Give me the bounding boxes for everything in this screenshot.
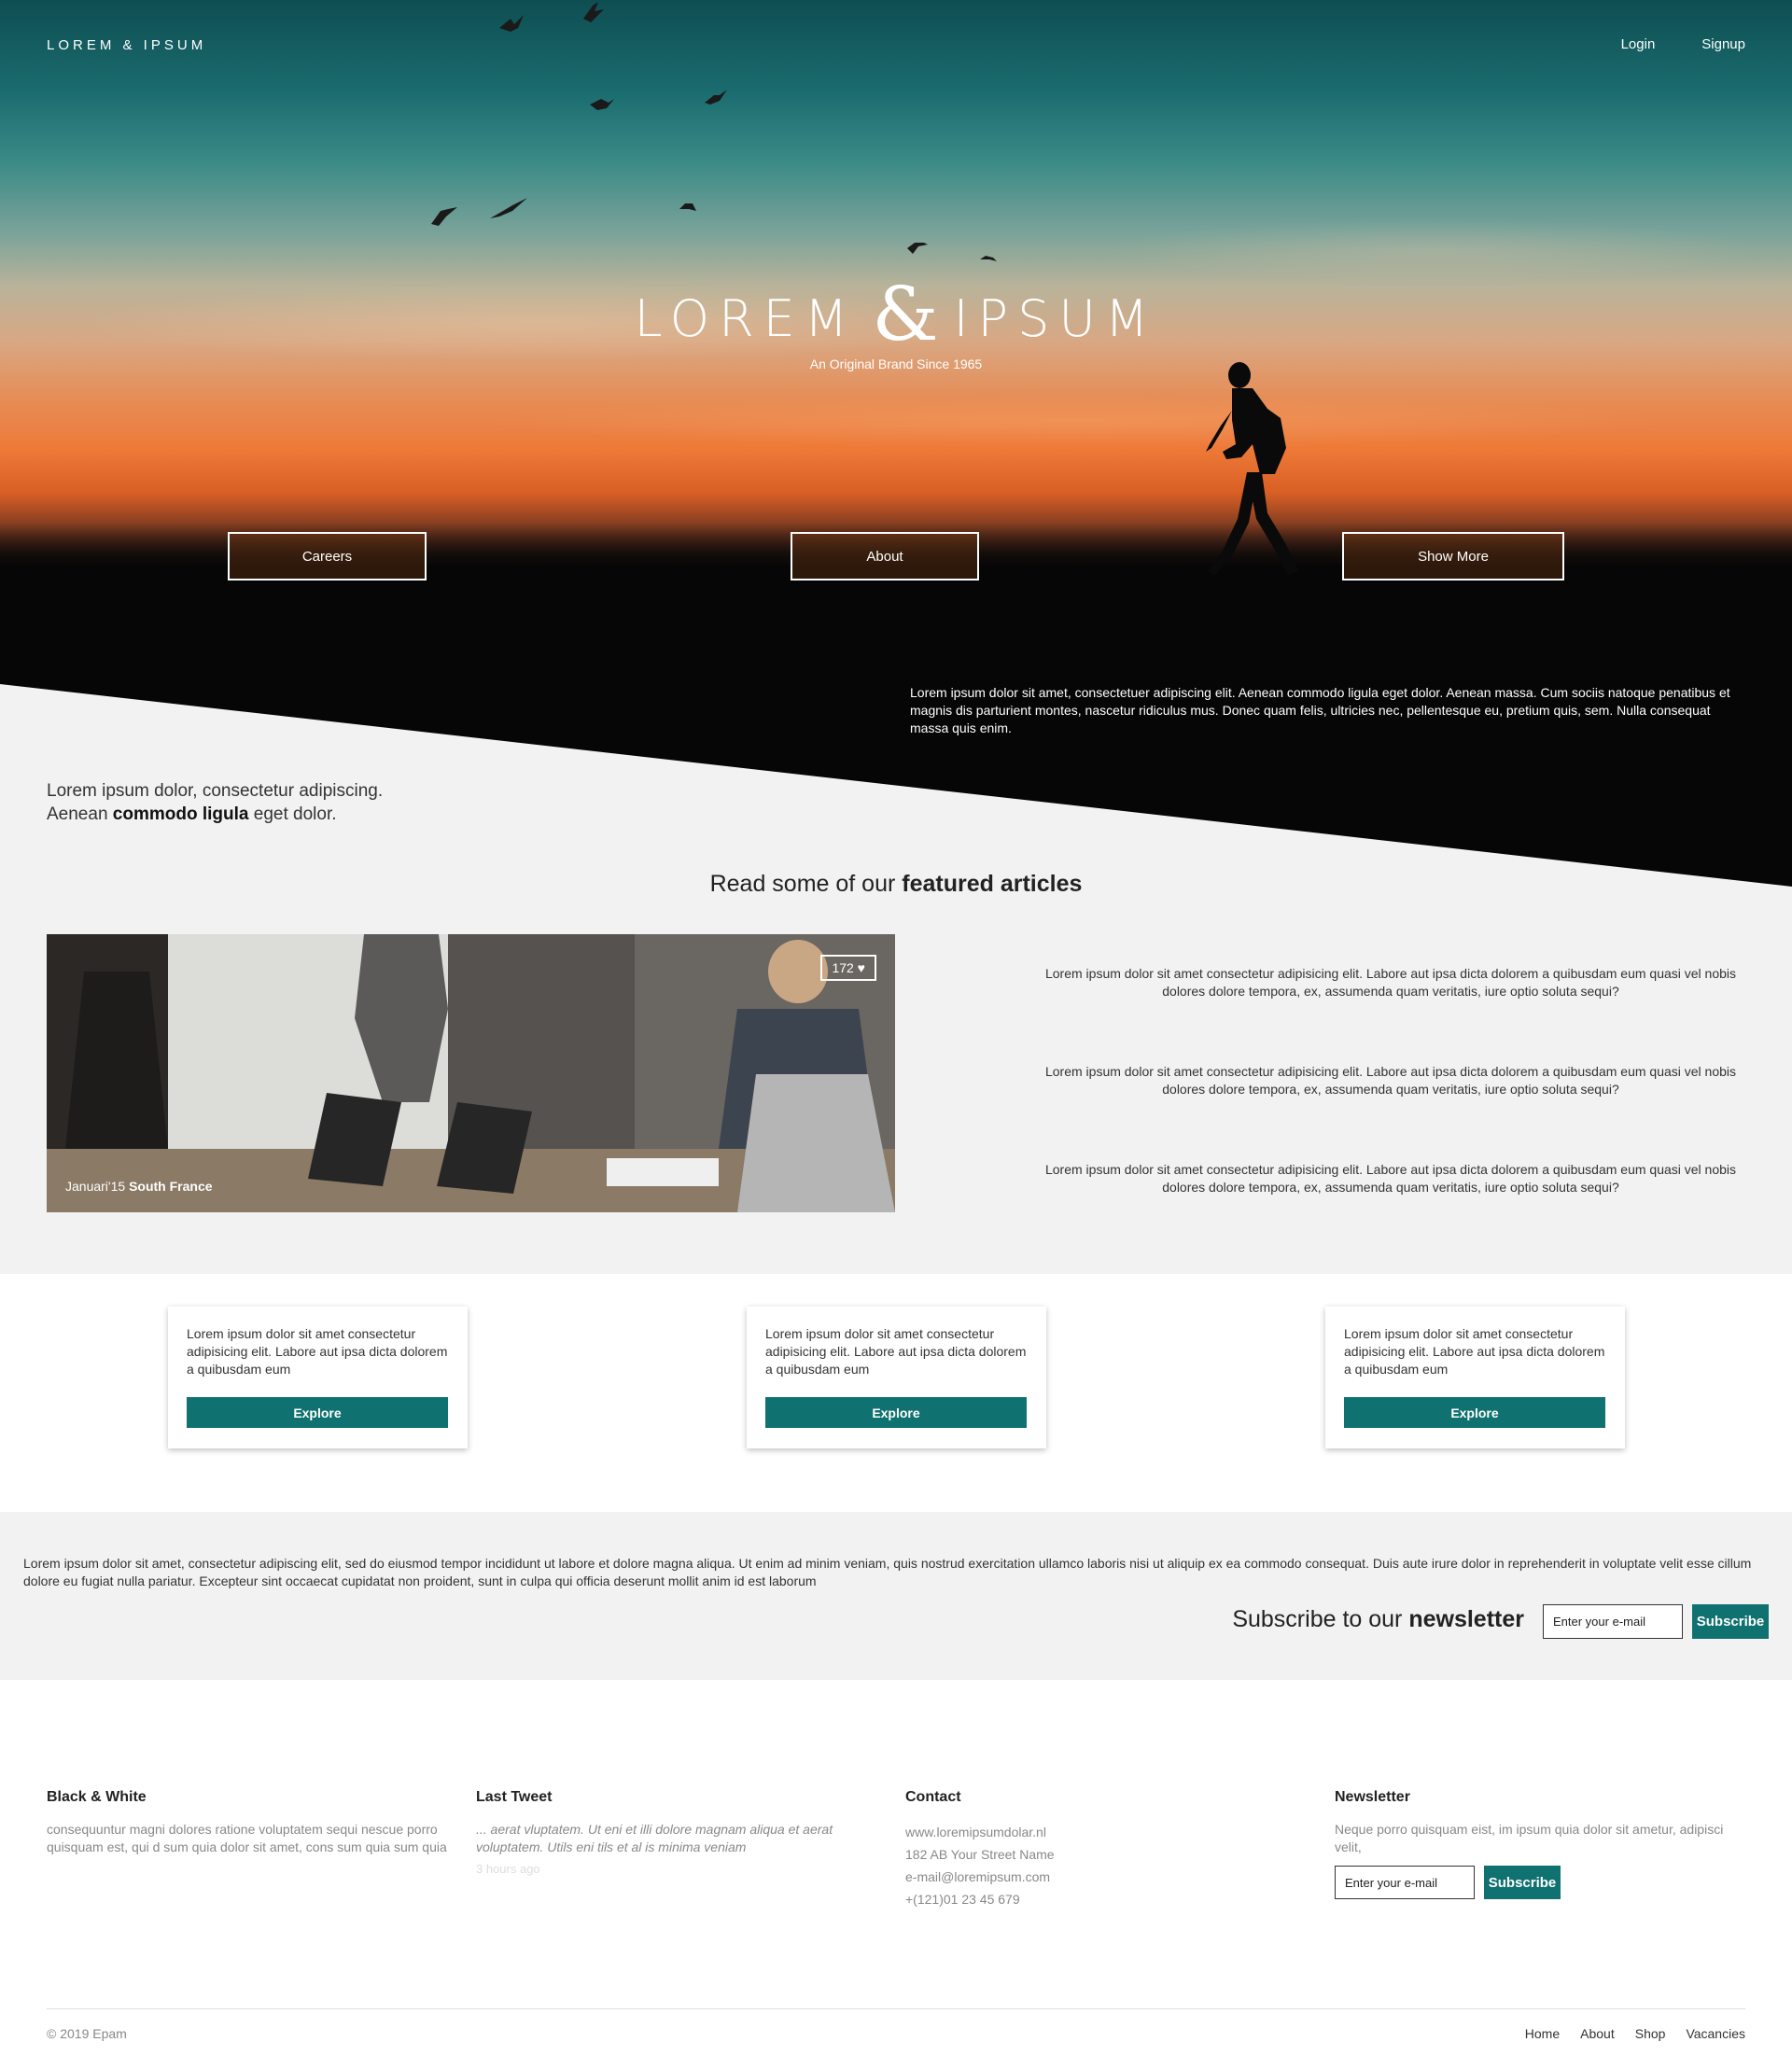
intro-line-2-post: eget dolor.	[253, 804, 337, 824]
footer-link-about[interactable]: About	[1580, 2026, 1615, 2041]
contact-email[interactable]: e-mail@loremipsum.com	[905, 1866, 1316, 1888]
footer-col-newsletter: Newsletter Neque porro quisquam eist, im…	[1335, 1789, 1745, 1856]
intro-text: Lorem ipsum dolor, consectetur adipiscin…	[47, 779, 383, 826]
featured-title-bold: featured articles	[902, 871, 1083, 897]
footer-subscribe-button[interactable]: Subscribe	[1484, 1866, 1561, 1899]
article-text-2: Lorem ipsum dolor sit amet consectetur a…	[1044, 1064, 1737, 1097]
copyright: © 2019 Epam	[47, 2026, 127, 2041]
subscribe-button[interactable]: Subscribe	[1692, 1604, 1769, 1639]
featured-article-image[interactable]: 172 ♥ Januari'15 South France	[47, 934, 895, 1212]
intro-line-2: Aenean commodo ligula eget dolor.	[47, 803, 383, 826]
footer-email-input[interactable]	[1335, 1866, 1475, 1899]
tweet-time: 3 hours ago	[476, 1862, 540, 1876]
contact-phone: +(121)01 23 45 679	[905, 1892, 1020, 1907]
footer-link-shop[interactable]: Shop	[1635, 2026, 1666, 2041]
card-text: Lorem ipsum dolor sit amet consectetur a…	[1344, 1326, 1605, 1377]
caption-date: Januari'15	[65, 1179, 126, 1194]
footer-col-contact: Contact www.loremipsumdolar.nl 182 AB Yo…	[905, 1789, 1316, 1910]
subscribe-title-pre: Subscribe to our	[1232, 1606, 1403, 1632]
card-text: Lorem ipsum dolor sit amet consectetur a…	[765, 1326, 1027, 1377]
tweet-text: ... aerat vluptatem. Ut eni et illi dolo…	[476, 1822, 833, 1854]
subscribe-title: Subscribe to our newsletter	[1232, 1606, 1524, 1633]
explore-card-2: Lorem ipsum dolor sit amet consectetur a…	[747, 1307, 1046, 1448]
featured-title: Read some of our featured articles	[0, 871, 1792, 898]
contact-address: 182 AB Your Street Name	[905, 1847, 1055, 1862]
caption-place: South France	[129, 1179, 213, 1194]
explore-card-3: Lorem ipsum dolor sit amet consectetur a…	[1325, 1307, 1625, 1448]
footer-col-title: Last Tweet	[476, 1789, 553, 1805]
footer-link-vacancies[interactable]: Vacancies	[1686, 2026, 1745, 2041]
intro-line-2-bold: commodo ligula	[112, 804, 249, 824]
intro-line-1: Lorem ipsum dolor, consectetur adipiscin…	[47, 781, 384, 801]
likes-count: 172 ♥	[832, 960, 865, 975]
footer-col-title: Newsletter	[1335, 1789, 1410, 1805]
footer-col-text: consequuntur magni dolores ratione volup…	[47, 1822, 447, 1854]
footer-col-black-white: Black & White consequuntur magni dolores…	[47, 1789, 457, 1856]
footer-divider	[47, 2008, 1745, 2009]
explore-button[interactable]: Explore	[187, 1397, 448, 1428]
footer-link-home[interactable]: Home	[1525, 2026, 1560, 2041]
hero-diagonal-divider	[0, 684, 1792, 896]
office-meeting-photo	[47, 934, 895, 1212]
footer-col-last-tweet: Last Tweet ... aerat vluptatem. Ut eni e…	[476, 1789, 887, 1876]
footer-col-title: Contact	[905, 1789, 961, 1805]
card-text: Lorem ipsum dolor sit amet consectetur a…	[187, 1326, 448, 1377]
explore-button[interactable]: Explore	[1344, 1397, 1605, 1428]
footer-nav: Home About Shop Vacancies	[1525, 2026, 1745, 2041]
hero-paragraph: Lorem ipsum dolor sit amet, consectetuer…	[910, 685, 1730, 735]
likes-badge[interactable]: 172 ♥	[820, 955, 876, 981]
article-list: Lorem ipsum dolor sit amet consectetur a…	[1036, 965, 1745, 1259]
newsletter-paragraph: Lorem ipsum dolor sit amet, consectetur …	[23, 1556, 1752, 1588]
newsletter-band: Lorem ipsum dolor sit amet, consectetur …	[0, 1512, 1792, 1680]
explore-button[interactable]: Explore	[765, 1397, 1027, 1428]
article-text-1: Lorem ipsum dolor sit amet consectetur a…	[1044, 966, 1737, 999]
explore-card-1: Lorem ipsum dolor sit amet consectetur a…	[168, 1307, 468, 1448]
footer-col-title: Black & White	[47, 1789, 147, 1805]
intro-line-2-pre: Aenean	[47, 804, 108, 824]
image-caption: Januari'15 South France	[65, 1179, 213, 1194]
footer-newsletter-text: Neque porro quisquam eist, im ipsum quia…	[1335, 1822, 1724, 1854]
article-text-3: Lorem ipsum dolor sit amet consectetur a…	[1044, 1162, 1737, 1195]
contact-website[interactable]: www.loremipsumdolar.nl	[905, 1821, 1316, 1843]
subscribe-title-bold: newsletter	[1408, 1606, 1524, 1632]
featured-title-pre: Read some of our	[709, 871, 896, 897]
newsletter-email-input[interactable]	[1543, 1604, 1683, 1639]
